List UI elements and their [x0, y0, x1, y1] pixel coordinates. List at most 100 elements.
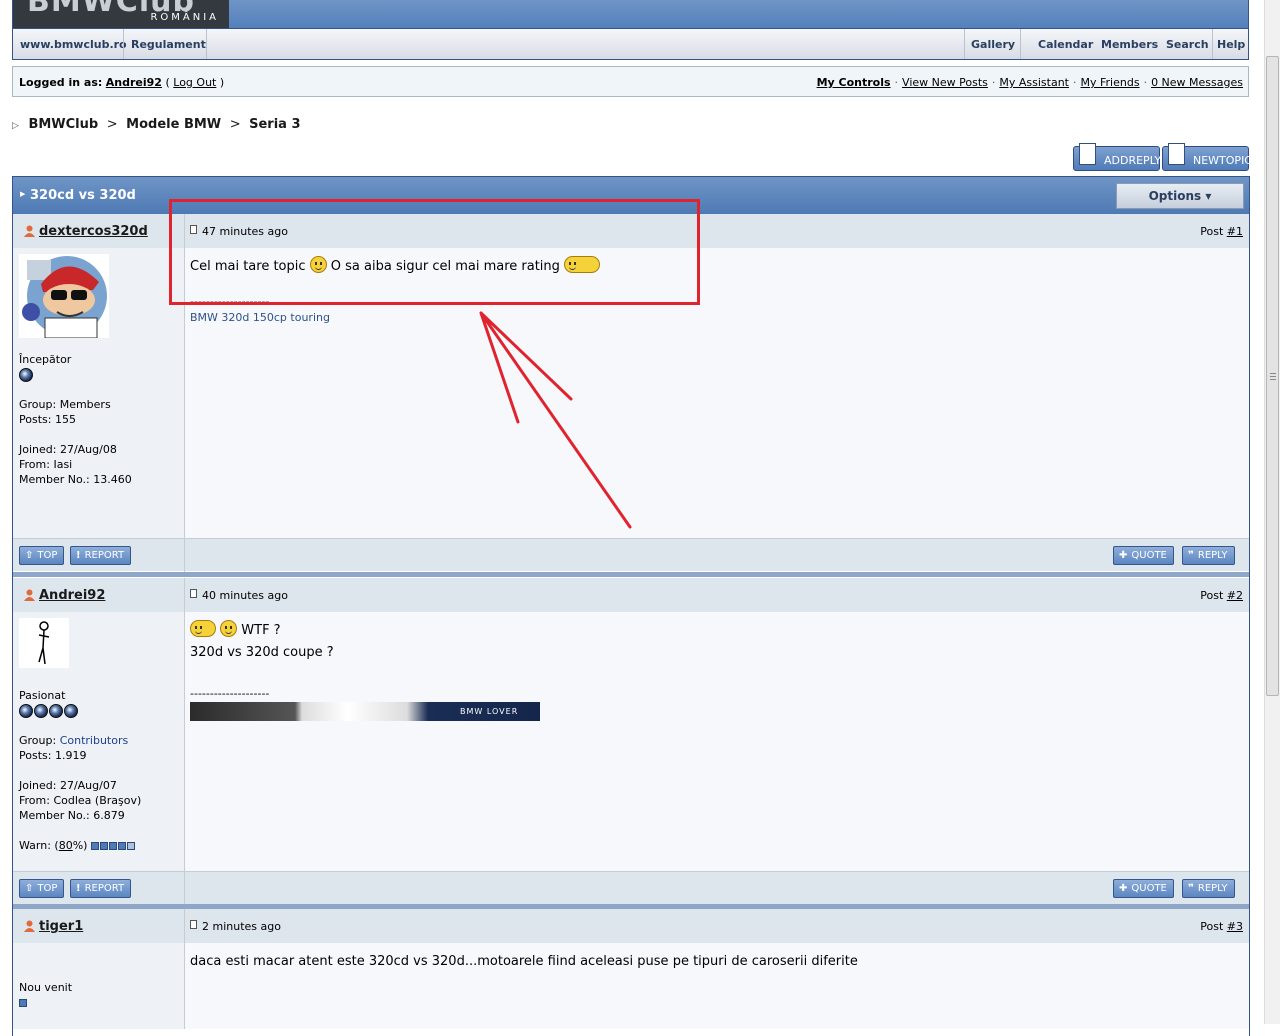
post-author-name[interactable]: Andrei92 [39, 588, 105, 603]
member-from: From: Iasi [19, 458, 73, 471]
top-button[interactable]: ⇧ TOP [19, 546, 65, 565]
new-messages-link[interactable]: 0 New Messages [1151, 76, 1243, 89]
nav-help-link[interactable]: Help [1210, 29, 1252, 59]
rank-badges [19, 995, 178, 1010]
member-group: Group: Contributors [19, 733, 178, 748]
my-friends-link[interactable]: My Friends [1081, 76, 1140, 89]
post-author-header: tiger1 [13, 909, 185, 943]
rank-badges [19, 703, 178, 718]
report-button[interactable]: ! REPORT [70, 879, 132, 898]
nav-members-link[interactable]: Members [1094, 29, 1165, 59]
post-page-icon [190, 589, 197, 598]
signature-separator: -------------------- [190, 687, 270, 700]
current-user-link[interactable]: Andrei92 [106, 76, 162, 89]
new-topic-button[interactable]: NEWTOPIC [1162, 143, 1252, 171]
avatar[interactable] [19, 254, 109, 339]
add-reply-button[interactable]: ADDREPLY [1073, 143, 1162, 171]
post-number-link[interactable]: #3 [1227, 920, 1243, 933]
my-controls-link[interactable]: My Controls [817, 76, 891, 89]
add-reply-icon [1079, 143, 1096, 165]
post-author-header: Andrei92 [13, 578, 185, 612]
quote-button[interactable]: ✚ QUOTE [1113, 546, 1174, 565]
post-page-icon [190, 225, 197, 234]
my-assistant-link[interactable]: My Assistant [999, 76, 1069, 89]
rank-star-icon [19, 368, 33, 382]
login-status: Logged in as: Andrei92 ( Log Out ) [19, 76, 224, 89]
reply-button-label: REPLY [1197, 550, 1228, 561]
reply-button-label: REPLY [1197, 883, 1228, 894]
header-banner: BMWClub ROMÂNIA [12, 0, 1249, 29]
post-text: daca esti macar atent este 320cd vs 320d… [190, 954, 858, 969]
member-joined: Joined: 27/Aug/08 [19, 443, 117, 456]
post-number-label: Post [1200, 920, 1224, 933]
nav-home-link[interactable]: www.bmwclub.ro [13, 29, 134, 59]
rank-badges [19, 367, 178, 382]
breadcrumb-item-modele[interactable]: Modele BMW [126, 117, 221, 132]
signature: BMW 320d 150cp touring [190, 310, 1244, 326]
post-text: Cel mai tare topic O sa aiba sigur cel m… [190, 256, 1244, 278]
breadcrumb-item-bmwclub[interactable]: BMWClub [28, 117, 98, 132]
post-author-info: Începător Group: Members Posts: 155 Join… [13, 248, 185, 538]
arrow-up-icon: ⇧ [25, 550, 34, 561]
new-topic-label: NEWTOPIC [1193, 154, 1252, 167]
nav-calendar-link[interactable]: Calendar [1031, 29, 1100, 59]
add-reply-label: ADDREPLY [1104, 154, 1162, 167]
post-number-label: Post [1200, 589, 1224, 602]
site-logo[interactable]: BMWClub ROMÂNIA [13, 0, 229, 28]
signature-link[interactable]: BMW 320d 150cp touring [190, 311, 330, 324]
options-dropdown[interactable]: Options ▾ [1116, 183, 1244, 209]
signature-banner[interactable]: BMW LOVER [190, 702, 540, 721]
scrollbar-thumb[interactable] [1266, 56, 1279, 696]
group-value[interactable]: Contributors [60, 734, 129, 747]
post-text: WTF ? [190, 620, 1244, 642]
post-body: daca esti macar atent este 320cd vs 320d… [185, 943, 1249, 1029]
post-author-name[interactable]: tiger1 [39, 919, 83, 934]
post-number-link[interactable]: #1 [1227, 225, 1243, 238]
logo-country: ROMÂNIA [150, 12, 219, 23]
topic-container: ▶ 320cd vs 320d Options ▾ dextercos320d … [12, 176, 1250, 1036]
post-number-link[interactable]: #2 [1227, 589, 1243, 602]
warn-pip [90, 842, 99, 850]
avatar[interactable] [19, 618, 69, 668]
warn-value-link[interactable]: 80 [59, 839, 73, 852]
post-1: dextercos320d 47 minutes ago Post #1 Înc… [13, 214, 1249, 578]
member-joined: Joined: 27/Aug/07 [19, 779, 117, 792]
post-header: 2 minutes ago Post #3 [185, 909, 1249, 943]
breadcrumb-sep: > [106, 117, 118, 132]
report-button-label: REPORT [84, 883, 125, 894]
post-header: 47 minutes ago Post #1 [185, 214, 1249, 248]
nav-gallery-link[interactable]: Gallery [964, 29, 1022, 59]
nav-rules-link[interactable]: Regulament [124, 29, 213, 59]
reply-button[interactable]: ❞ REPLY [1182, 546, 1235, 565]
thumbs-smile-icon [564, 256, 601, 273]
logout-link[interactable]: Log Out [173, 76, 216, 89]
warn-level: Warn: (80%) [19, 838, 178, 853]
post-text-line: 320d vs 320d coupe ? [190, 645, 334, 660]
reply-button[interactable]: ❞ REPLY [1182, 879, 1235, 898]
top-button[interactable]: ⇧ TOP [19, 879, 65, 898]
post-author-name[interactable]: dextercos320d [39, 224, 148, 239]
nav-search-link[interactable]: Search [1159, 29, 1216, 59]
warn-label: Warn: ( [19, 839, 59, 852]
top-button-label: TOP [37, 550, 58, 561]
quote-button[interactable]: ✚ QUOTE [1113, 879, 1174, 898]
footer-divider [184, 872, 185, 905]
group-value: Members [59, 398, 111, 411]
breadcrumb-sep: > [229, 117, 241, 132]
user-icon [24, 589, 35, 601]
quote-button-label: QUOTE [1131, 883, 1167, 894]
paren-close: ) [219, 76, 225, 89]
report-button[interactable]: ! REPORT [70, 546, 132, 565]
quote-button-label: QUOTE [1131, 550, 1167, 561]
plus-icon: ✚ [1119, 883, 1128, 894]
grip-icon [1270, 373, 1276, 380]
rank-star-icon [49, 704, 63, 718]
view-new-posts-link[interactable]: View New Posts [902, 76, 988, 89]
member-rank: Nou venit [19, 981, 73, 994]
nav-divider [1020, 29, 1021, 59]
post-header: 40 minutes ago Post #2 [185, 578, 1249, 612]
breadcrumb-item-seria3[interactable]: Seria 3 [249, 117, 300, 132]
post-number: Post #1 [1200, 225, 1243, 238]
confused-icon [220, 620, 238, 637]
link-separator: · [991, 76, 996, 89]
